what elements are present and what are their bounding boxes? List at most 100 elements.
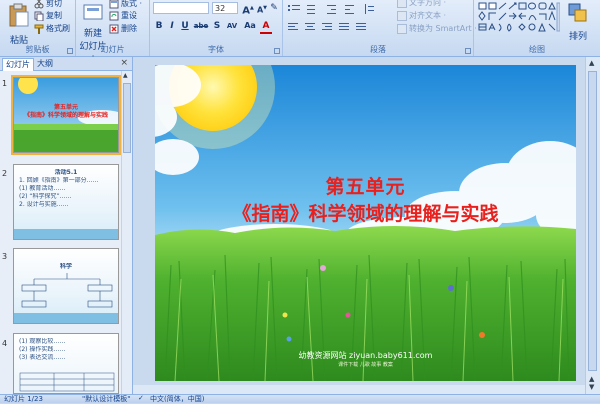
scissors-icon (34, 0, 44, 8)
cut-label: 剪切 (46, 0, 62, 8)
paragraph-launcher-icon[interactable] (465, 48, 471, 54)
slide-footer-small: 课件下载 儿歌 故事 教案 (338, 362, 393, 368)
paragraph-group-label: 段落 (370, 45, 386, 54)
smartart-label: 转换为 SmartArt · (409, 24, 477, 33)
close-pane-icon[interactable]: × (120, 58, 128, 68)
pane-scroll-thumb[interactable] (123, 83, 131, 153)
change-case-button[interactable]: Aa (242, 20, 258, 32)
clipboard-group-label: 剪贴板 (25, 45, 50, 54)
grow-font-button[interactable]: A▲ (242, 2, 254, 16)
slide-thumbnail-3[interactable]: 科学 (13, 248, 119, 324)
bold-button[interactable]: B (153, 20, 165, 32)
font-name-field[interactable] (153, 2, 209, 14)
align-text-button[interactable]: 对齐文本 · (397, 10, 446, 21)
layout-button[interactable]: 版式 · (109, 0, 142, 9)
copy-label: 复制 (46, 11, 62, 20)
slide-scrollbar[interactable]: ▲ ▲ ▼ (585, 57, 600, 394)
new-slide-label: 新建 (83, 29, 102, 39)
pane-tabs: 幻灯片 大纲 × (0, 57, 132, 71)
scroll-up-icon[interactable]: ▲ (589, 59, 594, 67)
new-slide-icon (83, 4, 103, 20)
slide-footer: 幼教资源网站 ziyuan.baby611.com (298, 351, 433, 360)
text-direction-button[interactable]: 文字方向 · (397, 0, 446, 8)
thumb-table (19, 372, 115, 392)
reset-label: 重设 (121, 11, 137, 20)
underline-button[interactable]: U (179, 20, 191, 32)
align-buttons-icon[interactable] (287, 21, 395, 33)
list-buttons-icon[interactable] (287, 3, 395, 15)
slide-title-line2[interactable]: 《指南》科学领域的理解与实践 (155, 199, 576, 226)
strikethrough-button[interactable]: abe (192, 20, 210, 32)
spellcheck-icon[interactable]: ✓ (138, 394, 144, 402)
slide-count-status: 幻灯片 1/23 (4, 395, 43, 403)
align-text-icon (397, 10, 407, 21)
scroll-up-icon[interactable]: ▲ (123, 72, 128, 79)
paste-icon (9, 3, 29, 27)
italic-button[interactable]: I (166, 20, 178, 32)
slide-canvas[interactable]: 第五单元 《指南》科学领域的理解与实践 幼教资源网站 ziyuan.baby61… (155, 65, 576, 381)
theme-status[interactable]: "默认设计模板" (82, 394, 130, 404)
slide-title-line1[interactable]: 第五单元 (155, 172, 576, 199)
reset-button[interactable]: 重设 (109, 10, 137, 21)
text-direction-label: 文字方向 · (409, 0, 447, 7)
slide-thumbnail-1[interactable]: 第五单元 《指南》科学领域的理解与实践 (11, 75, 121, 155)
shrink-font-button[interactable]: A▼ (256, 2, 268, 15)
slide-number: 2 (2, 169, 8, 178)
thumb-footer-band (14, 229, 118, 239)
pane-scrollbar[interactable]: ▲ (121, 71, 132, 394)
delete-icon (109, 24, 119, 33)
smartart-icon (397, 23, 407, 34)
arrange-label: 排列 (568, 32, 587, 42)
font-launcher-icon[interactable] (274, 48, 280, 54)
slide-number: 4 (2, 339, 8, 348)
tab-outline[interactable]: 大纲 (34, 58, 56, 70)
next-slide-icon[interactable]: ▼ (589, 383, 594, 391)
ribbon: 粘贴 剪切 复制 格式刷 剪贴板 新建 幻灯片 · 版式 · (0, 0, 600, 62)
format-painter-button[interactable]: 格式刷 (34, 23, 70, 34)
slide-thumbnail-2[interactable]: 活动5.1 1. 回顾《指南》第一部分…… (1) 教育活动…… (2) “科学… (13, 164, 119, 240)
thumb-line: (2) “科学探究”…… (19, 193, 72, 200)
language-status[interactable]: 中文(简体，中国) (150, 394, 204, 404)
layout-icon (109, 0, 119, 8)
reset-icon (109, 11, 119, 20)
slides-pane: 幻灯片 大纲 × 1 第五单元 《指南》科学领域的理解与实践 2 活动5.1 1… (0, 57, 133, 394)
thumb-line: 科学 (59, 263, 72, 270)
font-color-button[interactable]: A (260, 20, 272, 34)
thumb-line: 活动5.1 (54, 169, 78, 176)
thumb-line: (1) 观察比较…… (19, 338, 66, 345)
format-painter-label: 格式刷 (46, 24, 70, 33)
font-group: 32 A▲ A▼ ✎ B I U abe S AV Aa A 字体 (150, 0, 283, 56)
thumb-line: 1. 回顾《指南》第一部分…… (19, 177, 99, 184)
font-group-label: 字体 (208, 45, 224, 54)
copy-button[interactable]: 复制 (34, 10, 62, 21)
copy-icon (34, 11, 44, 21)
paste-button[interactable]: 粘贴 (4, 2, 34, 46)
clipboard-launcher-icon[interactable] (67, 48, 73, 54)
thumb-line: (3) 表达交流…… (19, 354, 66, 361)
slide-scroll-thumb[interactable] (588, 71, 597, 371)
drawing-group: 排列 绘图 (474, 0, 600, 56)
clear-format-icon[interactable]: ✎ (268, 2, 280, 14)
thumb-line: (2) 操作实践…… (19, 346, 66, 353)
horizontal-scrollbar[interactable] (133, 385, 585, 394)
slides-group: 新建 幻灯片 · 版式 · 重设 删除 幻灯片 (76, 0, 150, 62)
shapes-gallery-icon[interactable] (478, 2, 560, 42)
paragraph-group: 文字方向 · 对齐文本 · 转换为 SmartArt · 段落 (283, 0, 477, 56)
smartart-button[interactable]: 转换为 SmartArt · (397, 23, 477, 34)
delete-slide-button[interactable]: 删除 (109, 23, 137, 34)
drawing-group-label: 绘图 (529, 45, 545, 54)
arrange-button[interactable]: 排列 (560, 2, 596, 42)
slide-thumbnail-4[interactable]: (1) 观察比较…… (2) 操作实践…… (3) 表达交流…… (13, 333, 119, 394)
font-size-field[interactable]: 32 (212, 2, 238, 14)
thumb-line: (1) 教育活动…… (19, 185, 66, 192)
text-direction-icon (397, 0, 407, 8)
cut-button[interactable]: 剪切 (34, 0, 62, 9)
slide-number: 3 (2, 252, 8, 261)
shadow-button[interactable]: S (211, 20, 223, 32)
prev-slide-icon[interactable]: ▲ (589, 375, 594, 383)
clipboard-group: 粘贴 剪切 复制 格式刷 剪贴板 (0, 0, 76, 56)
char-spacing-button[interactable]: AV (224, 20, 240, 32)
slides-group-label: 幻灯片 (100, 45, 125, 54)
tab-slides[interactable]: 幻灯片 (2, 58, 34, 71)
thumb-title-line2: 《指南》科学领域的理解与实践 (23, 112, 108, 119)
